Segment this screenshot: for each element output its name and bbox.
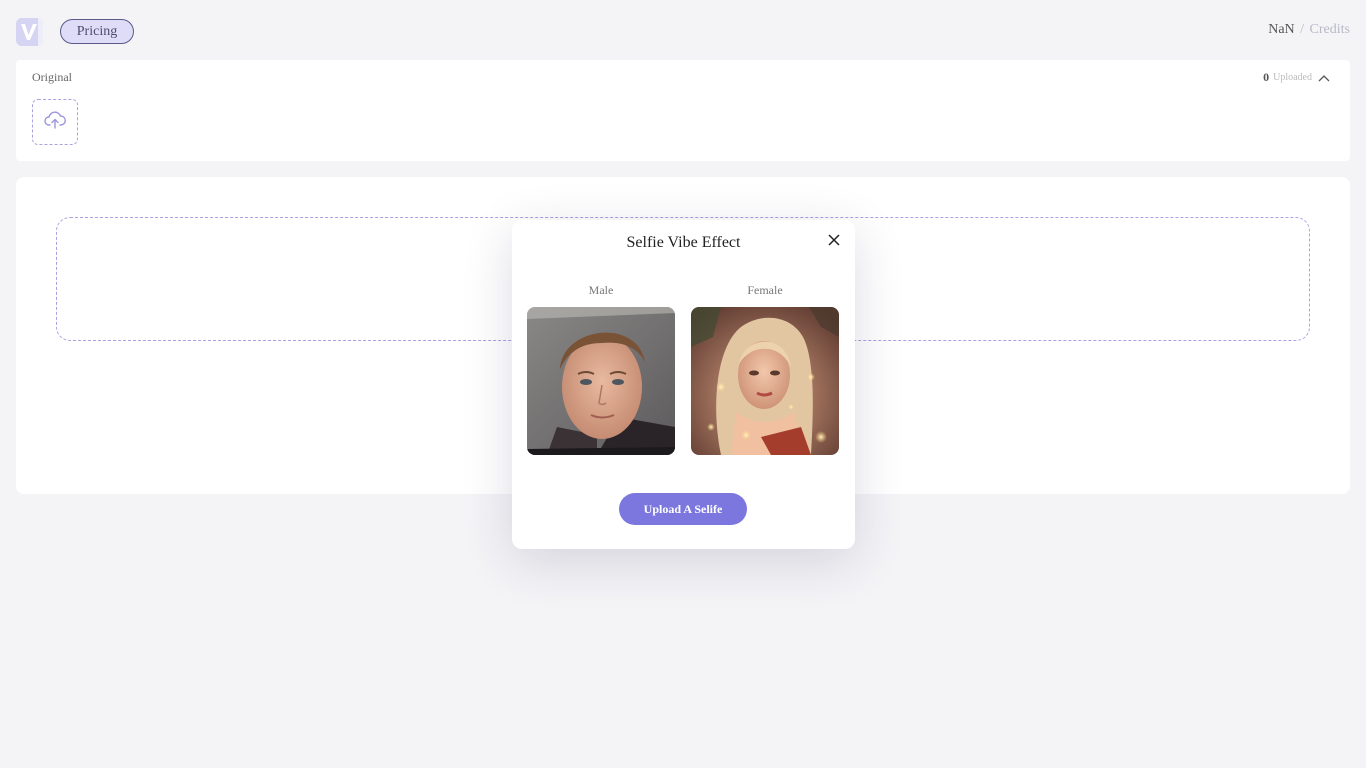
- chevron-up-icon[interactable]: [1318, 74, 1330, 82]
- uploaded-label: Uploaded: [1273, 72, 1312, 83]
- app-logo[interactable]: [16, 18, 43, 46]
- pricing-button[interactable]: Pricing: [60, 19, 134, 44]
- credits-display: NaN / Credits: [1268, 22, 1350, 38]
- female-sample-image[interactable]: [691, 307, 839, 455]
- close-icon[interactable]: [827, 233, 841, 247]
- female-option-label: Female: [747, 283, 783, 297]
- original-panel: Original 0 Uploaded: [16, 60, 1350, 161]
- upload-selfie-button[interactable]: Upload A Selife: [619, 493, 747, 525]
- modal-title: Selfie Vibe Effect: [626, 234, 741, 251]
- original-label: Original: [32, 70, 72, 84]
- credits-value: NaN: [1268, 22, 1295, 37]
- male-sample-image[interactable]: [527, 307, 675, 455]
- upload-original-button[interactable]: [32, 99, 78, 145]
- credits-separator: /: [1300, 22, 1305, 37]
- credits-label: Credits: [1309, 22, 1350, 37]
- cloud-upload-icon: [44, 110, 66, 134]
- uploaded-counter: 0 Uploaded: [1263, 70, 1330, 85]
- selfie-vibe-modal: Selfie Vibe Effect Male Female Upload A …: [512, 220, 855, 549]
- male-option-label: Male: [588, 283, 614, 297]
- uploaded-count: 0: [1263, 70, 1270, 84]
- top-bar: Pricing NaN / Credits: [0, 0, 1366, 60]
